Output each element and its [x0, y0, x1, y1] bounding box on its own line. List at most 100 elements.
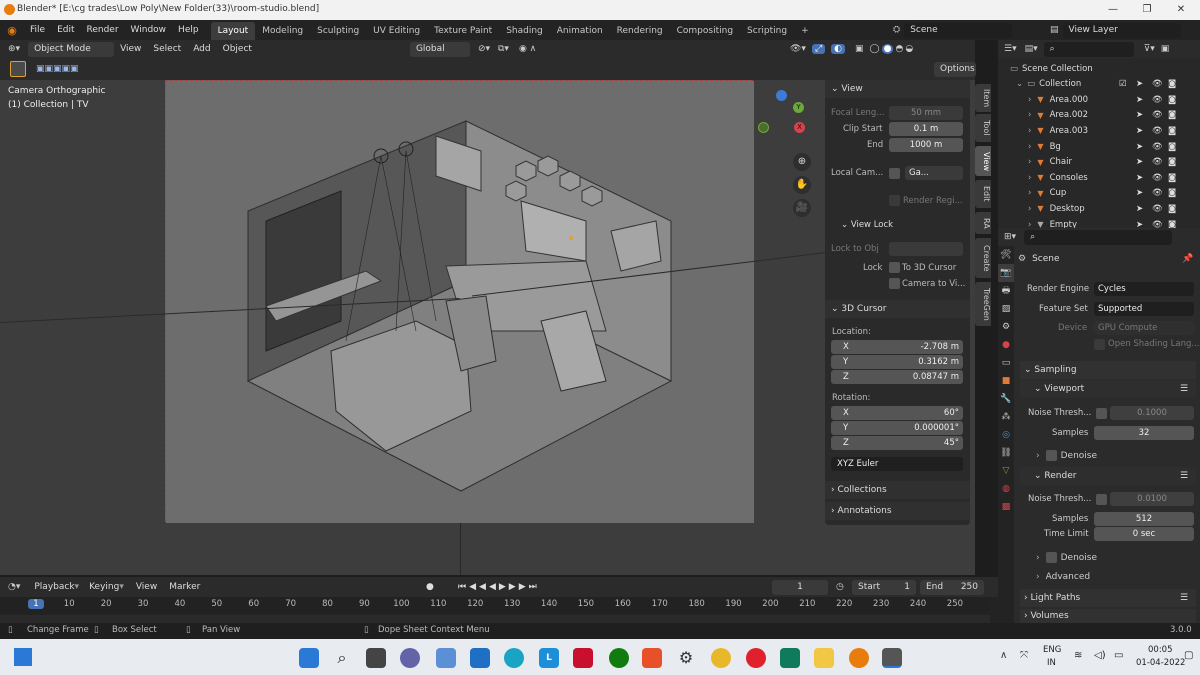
rendered-shading-icon[interactable]: ◒ [905, 44, 913, 54]
view-lock-header[interactable]: ⌄ View Lock [841, 220, 893, 230]
display-mode-icon[interactable]: ▤▾ [1025, 44, 1038, 54]
tab-modeling[interactable]: Modeling [255, 22, 310, 40]
viewport-noise-field[interactable]: 0.1000 [1110, 406, 1194, 420]
menu-render[interactable]: Render [81, 20, 125, 40]
output-tab-icon[interactable]: 🖶 [998, 282, 1014, 300]
timeline-view-menu[interactable]: View [136, 582, 157, 592]
render-list-icon[interactable]: ☰ [1180, 467, 1188, 485]
eye-icon[interactable]: 👁 [1152, 142, 1163, 152]
render-noise-field[interactable]: 0.0100 [1110, 492, 1194, 506]
collection-checkbox-icon[interactable]: ☑ [1119, 79, 1127, 89]
volume-icon[interactable]: ◁) [1094, 650, 1106, 661]
cursor-loc-x[interactable]: X -2.708 m [831, 340, 963, 354]
xbox-icon[interactable] [609, 648, 629, 668]
eye-icon[interactable]: 👁 [1152, 204, 1163, 214]
current-frame-field[interactable]: 1 [772, 580, 828, 595]
transform-orientation-dropdown[interactable]: Global [409, 41, 470, 57]
light-paths-list-icon[interactable]: ☰ [1180, 589, 1188, 607]
gizmo-y-icon[interactable]: Y [793, 102, 804, 113]
end-frame-field[interactable]: End 250 [920, 580, 984, 595]
solid-shading-icon[interactable]: ● [881, 44, 894, 54]
advanced-row[interactable]: › Advanced [1036, 572, 1090, 582]
expand-arrow-icon[interactable]: › [1028, 142, 1031, 152]
tab-scripting[interactable]: Scripting [740, 22, 794, 40]
options-dropdown[interactable]: Options [934, 62, 976, 77]
frame-ruler[interactable]: 1 10 20 30 40 50 60 70 80 90 100 110 120 130 140 150 160… [0, 597, 990, 613]
c-app-icon[interactable] [642, 648, 662, 668]
wifi-icon[interactable]: ≋ [1074, 650, 1082, 661]
physics-tab-icon[interactable]: ◎ [998, 426, 1014, 444]
outliner-item[interactable]: › ▼ Consoles ➤ 👁 ◙ [998, 170, 1200, 186]
gizmo-z-icon[interactable] [776, 90, 787, 101]
eye-icon[interactable]: 👁 [1152, 173, 1163, 183]
pivot-icon[interactable]: ⊘▾ [478, 44, 490, 54]
properties-search-input[interactable]: ⌕ [1024, 229, 1173, 245]
viewport-samples-field[interactable]: 32 [1094, 426, 1194, 440]
tab-layout[interactable]: Layout [210, 21, 256, 40]
material-shading-icon[interactable]: ◓ [895, 44, 903, 54]
blender-taskbar-icon[interactable] [849, 648, 869, 668]
expand-arrow-icon[interactable]: › [1028, 204, 1031, 214]
viewport-menu-view[interactable]: View [114, 44, 147, 54]
select-icon[interactable]: ➤ [1136, 173, 1143, 183]
3d-cursor-header[interactable]: ⌄ 3D Cursor [825, 300, 970, 318]
menu-window[interactable]: Window [125, 20, 173, 40]
light-paths-header[interactable]: › Light Paths ☰ [1020, 589, 1196, 607]
open-shading-checkbox[interactable] [1094, 339, 1105, 350]
overlay-toggle-icon[interactable]: ◐ [831, 44, 846, 54]
expand-arrow-icon[interactable]: › [1028, 126, 1031, 136]
language-secondary[interactable]: IN [1047, 658, 1056, 668]
render-tab-icon[interactable]: 📷 [998, 264, 1014, 282]
viewport-denoise-checkbox[interactable] [1045, 450, 1057, 461]
outliner-item[interactable]: › ▼ Area.002 ➤ 👁 ◙ [998, 108, 1200, 124]
select-icon[interactable]: ➤ [1136, 188, 1143, 198]
zoom-icon[interactable]: ⊕ [793, 153, 811, 171]
outliner-collection[interactable]: ⌄ ▭ Collection ☑ ➤ 👁 ◙ [998, 76, 1200, 92]
side-tab-create[interactable]: Create [975, 238, 991, 278]
task-view-icon[interactable] [366, 648, 386, 668]
close-button[interactable]: ✕ [1164, 0, 1198, 20]
side-tab-edit[interactable]: Edit [975, 180, 991, 208]
select-icon[interactable]: ➤ [1136, 95, 1143, 105]
render-denoise-row[interactable]: › Denoise [1036, 552, 1097, 563]
notification-icon[interactable]: ▢ [1184, 650, 1193, 661]
xray-icon[interactable]: ▣ [855, 44, 864, 54]
outliner-search-input[interactable]: ⌕ [1043, 41, 1134, 57]
photos-icon[interactable] [436, 648, 456, 668]
collections-header[interactable]: › Collections [825, 481, 970, 499]
clock-time[interactable]: 00:05 [1148, 645, 1173, 655]
side-tab-treegen[interactable]: TreeGen [975, 282, 991, 326]
data-tab-icon[interactable]: ▽ [998, 462, 1014, 480]
windows-start-icon[interactable] [299, 648, 319, 668]
add-workspace-button[interactable]: + [794, 22, 816, 40]
settings-gear-icon[interactable]: ⚙ [676, 648, 696, 668]
local-camera-field[interactable]: Ga... [905, 166, 963, 180]
local-camera-checkbox[interactable] [889, 168, 900, 179]
render-camera-icon[interactable]: ◙ [1168, 126, 1176, 136]
outliner-item[interactable]: › ▼ Cup ➤ 👁 ◙ [998, 186, 1200, 202]
sampling-header[interactable]: ⌄ Sampling [1020, 361, 1196, 379]
collection-camera-icon[interactable]: ◙ [1168, 79, 1176, 89]
side-tab-tool[interactable]: Tool [975, 114, 991, 142]
tab-rendering[interactable]: Rendering [610, 22, 670, 40]
filter-icon[interactable]: ⊽▾ [1144, 44, 1155, 54]
clip-end-field[interactable]: 1000 m [889, 138, 963, 152]
active-app-icon[interactable] [882, 648, 902, 668]
view-panel-header[interactable]: ⌄ View [825, 80, 970, 98]
gizmo-x-icon[interactable]: X [794, 122, 805, 133]
marker-menu[interactable]: Marker [169, 582, 200, 592]
outliner-item[interactable]: › ▼ Area.000 ➤ 👁 ◙ [998, 92, 1200, 108]
clip-start-field[interactable]: 0.1 m [889, 122, 963, 136]
playback-controls[interactable]: ⏮◀◀◀▶▶▶⏭ [458, 582, 540, 592]
outliner-item[interactable]: › ▼ Desktop ➤ 👁 ◙ [998, 201, 1200, 217]
cursor-rot-y[interactable]: Y 0.000001° [831, 421, 963, 435]
select-icon[interactable]: ➤ [1136, 204, 1143, 214]
render-engine-dropdown[interactable]: Cycles [1094, 282, 1194, 296]
battery-icon[interactable]: ▭ [1114, 650, 1123, 661]
viewport-menu-select[interactable]: Select [147, 44, 187, 54]
select-tool-icon[interactable] [10, 61, 26, 77]
gizmo-toggle-icon[interactable]: ⤢ [811, 44, 826, 54]
cursor-loc-z[interactable]: Z 0.08747 m [831, 370, 963, 384]
pin-icon[interactable]: 📌 [1182, 254, 1193, 264]
render-subheader[interactable]: ⌄ Render ☰ [1020, 467, 1196, 485]
